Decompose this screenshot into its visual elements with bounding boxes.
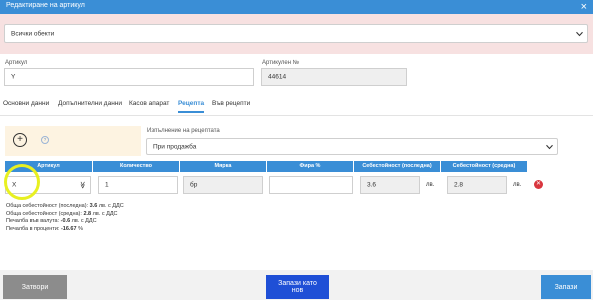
cost-last-field: 3.6	[360, 176, 420, 194]
object-select[interactable]: Всички обекти	[4, 24, 588, 43]
tab-cash-register[interactable]: Касов апарат	[129, 100, 169, 107]
highlight-circle	[4, 164, 40, 200]
ingredients-table-header: Артикул Количество Мярка Фира % Себестой…	[5, 161, 527, 172]
col-header-cost-avg: Себестойност (средна)	[452, 163, 516, 169]
tab-bar: Основни данни Допълнителни данни Касов а…	[0, 96, 593, 116]
help-icon[interactable]: ?	[41, 136, 49, 144]
recipe-usage-value: При продажба	[153, 143, 197, 150]
quantity-value: 1	[105, 181, 109, 189]
article-field[interactable]: Y	[4, 68, 254, 86]
expand-icon[interactable]: ≫	[78, 181, 86, 188]
cost-summary: Обща себестойност (последна): 3.6 лв. с …	[6, 203, 124, 233]
recipe-usage-label: Изпълнение на рецептата	[147, 128, 220, 134]
cost-avg-suffix: лв.	[513, 182, 522, 188]
chevron-down-icon	[576, 31, 583, 36]
summary-cost-last: Обща себестойност (последна): 3.6 лв. с …	[6, 203, 124, 209]
waste-field[interactable]	[269, 176, 353, 194]
col-header-quantity: Количество	[93, 161, 180, 172]
quantity-field[interactable]: 1	[98, 176, 178, 194]
tab-in-recipes[interactable]: Във рецепти	[212, 100, 250, 107]
tab-basic-data[interactable]: Основни данни	[3, 100, 49, 107]
cost-avg-field: 2.8	[447, 176, 507, 194]
col-header-unit: Мярка	[180, 161, 267, 172]
window-titlebar: Редактиране на артикул ×	[0, 0, 593, 14]
cost-last-value: 3.6	[367, 181, 377, 189]
col-header-cost-last: Себестойност (последна)	[354, 161, 441, 172]
summary-profit-percent: Печалба в проценти: -16.67 %	[6, 225, 83, 232]
chevron-down-icon	[546, 144, 553, 149]
cost-last-suffix: лв.	[426, 182, 435, 188]
close-icon[interactable]: ×	[581, 0, 587, 14]
unit-value: бр	[190, 181, 198, 189]
save-button[interactable]: Запази	[541, 275, 591, 299]
close-button[interactable]: Затвори	[3, 275, 67, 299]
article-no-field: 44614	[261, 68, 407, 86]
summary-cost-avg: Обща себестойност (средна): 2.8 лв. с ДД…	[6, 210, 118, 217]
summary-profit-currency: Печалба във валута: -0.6 лв. с ДДС	[6, 218, 97, 224]
object-select-value: Всички обекти	[11, 30, 55, 37]
recipe-usage-select[interactable]: При продажба	[146, 138, 558, 155]
col-header-waste: Фира %	[267, 161, 354, 172]
tab-recipe[interactable]: Рецепта	[178, 100, 205, 113]
window-title: Редактиране на артикул	[6, 2, 85, 9]
plus-circle-icon[interactable]: +	[13, 133, 27, 147]
article-label: Артикул	[5, 60, 28, 66]
remove-ingredient-icon[interactable]: ✕	[534, 180, 543, 189]
article-no-label: Артикулен №	[262, 60, 300, 66]
article-no-value: 44614	[268, 73, 287, 81]
article-value: Y	[11, 73, 16, 81]
cost-avg-value: 2.8	[454, 181, 464, 189]
tab-additional-data[interactable]: Допълнителни данни	[58, 100, 122, 107]
save-as-new-button[interactable]: Запази като нов	[266, 275, 329, 299]
unit-field: бр	[183, 176, 263, 194]
